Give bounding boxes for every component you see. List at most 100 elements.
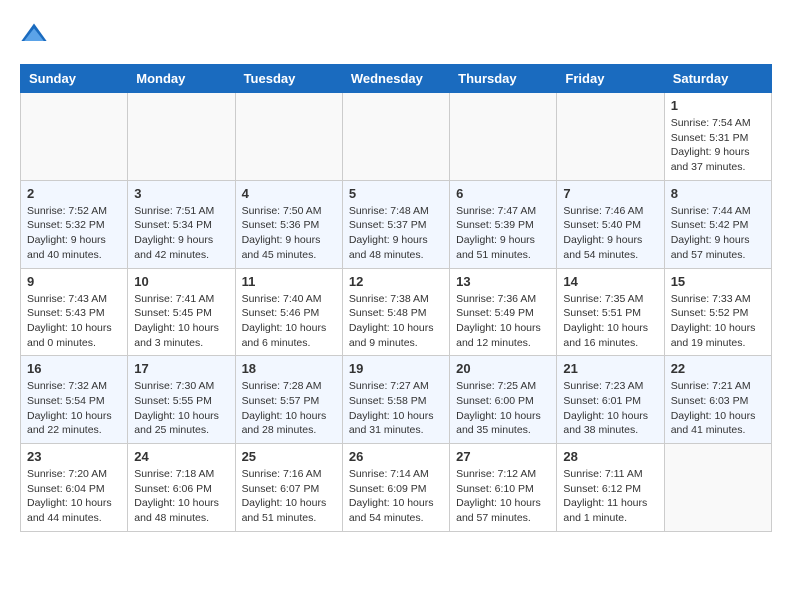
calendar-day-cell [128,93,235,181]
day-info: Sunrise: 7:40 AM Sunset: 5:46 PM Dayligh… [242,292,336,351]
day-number: 19 [349,361,443,376]
weekday-header-monday: Monday [128,65,235,93]
day-info: Sunrise: 7:51 AM Sunset: 5:34 PM Dayligh… [134,204,228,263]
day-info: Sunrise: 7:35 AM Sunset: 5:51 PM Dayligh… [563,292,657,351]
calendar-day-cell [664,444,771,532]
day-info: Sunrise: 7:12 AM Sunset: 6:10 PM Dayligh… [456,467,550,526]
calendar-day-cell: 26 Sunrise: 7:14 AM Sunset: 6:09 PM Dayli… [342,444,449,532]
calendar-day-cell: 2 Sunrise: 7:52 AM Sunset: 5:32 PM Daylig… [21,180,128,268]
day-number: 6 [456,186,550,201]
calendar-week-row: 2 Sunrise: 7:52 AM Sunset: 5:32 PM Daylig… [21,180,772,268]
calendar-day-cell [557,93,664,181]
calendar-day-cell: 3 Sunrise: 7:51 AM Sunset: 5:34 PM Daylig… [128,180,235,268]
day-info: Sunrise: 7:46 AM Sunset: 5:40 PM Dayligh… [563,204,657,263]
day-number: 13 [456,274,550,289]
day-info: Sunrise: 7:30 AM Sunset: 5:55 PM Dayligh… [134,379,228,438]
calendar-day-cell: 25Sunrise: 7:16 AM Sunset: 6:07 PM Dayli… [235,444,342,532]
day-info: Sunrise: 7:28 AM Sunset: 5:57 PM Dayligh… [242,379,336,438]
calendar-day-cell: 18 Sunrise: 7:28 AM Sunset: 5:57 PM Dayli… [235,356,342,444]
day-number: 7 [563,186,657,201]
calendar-day-cell [342,93,449,181]
day-number: 9 [27,274,121,289]
calendar-day-cell [235,93,342,181]
calendar-day-cell: 16 Sunrise: 7:32 AM Sunset: 5:54 PM Dayli… [21,356,128,444]
day-info: Sunrise: 7:18 AM Sunset: 6:06 PM Dayligh… [134,467,228,526]
weekday-header-thursday: Thursday [450,65,557,93]
day-number: 14 [563,274,657,289]
day-number: 27 [456,449,550,464]
page-header [20,20,772,48]
weekday-header-friday: Friday [557,65,664,93]
calendar-week-row: 23 Sunrise: 7:20 AM Sunset: 6:04 PM Dayli… [21,444,772,532]
calendar-day-cell: 27 Sunrise: 7:12 AM Sunset: 6:10 PM Dayli… [450,444,557,532]
day-info: Sunrise: 7:48 AM Sunset: 5:37 PM Dayligh… [349,204,443,263]
calendar-day-cell: 20Sunrise: 7:25 AM Sunset: 6:00 PM Dayli… [450,356,557,444]
day-number: 8 [671,186,765,201]
calendar-day-cell: 6 Sunrise: 7:47 AM Sunset: 5:39 PM Daylig… [450,180,557,268]
day-info: Sunrise: 7:25 AM Sunset: 6:00 PM Dayligh… [456,379,550,438]
day-info: Sunrise: 7:20 AM Sunset: 6:04 PM Dayligh… [27,467,121,526]
day-info: Sunrise: 7:14 AM Sunset: 6:09 PM Dayligh… [349,467,443,526]
day-info: Sunrise: 7:52 AM Sunset: 5:32 PM Dayligh… [27,204,121,263]
weekday-header-sunday: Sunday [21,65,128,93]
calendar-table: SundayMondayTuesdayWednesdayThursdayFrid… [20,64,772,532]
day-info: Sunrise: 7:41 AM Sunset: 5:45 PM Dayligh… [134,292,228,351]
calendar-day-cell: 7 Sunrise: 7:46 AM Sunset: 5:40 PM Daylig… [557,180,664,268]
calendar-day-cell: 28Sunrise: 7:11 AM Sunset: 6:12 PM Dayli… [557,444,664,532]
calendar-header-row: SundayMondayTuesdayWednesdayThursdayFrid… [21,65,772,93]
calendar-day-cell: 9 Sunrise: 7:43 AM Sunset: 5:43 PM Daylig… [21,268,128,356]
day-info: Sunrise: 7:32 AM Sunset: 5:54 PM Dayligh… [27,379,121,438]
day-number: 4 [242,186,336,201]
calendar-week-row: 9 Sunrise: 7:43 AM Sunset: 5:43 PM Daylig… [21,268,772,356]
day-number: 5 [349,186,443,201]
calendar-day-cell: 8 Sunrise: 7:44 AM Sunset: 5:42 PM Daylig… [664,180,771,268]
day-number: 3 [134,186,228,201]
day-number: 28 [563,449,657,464]
day-info: Sunrise: 7:21 AM Sunset: 6:03 PM Dayligh… [671,379,765,438]
calendar-day-cell [21,93,128,181]
day-info: Sunrise: 7:36 AM Sunset: 5:49 PM Dayligh… [456,292,550,351]
calendar-day-cell: 12 Sunrise: 7:38 AM Sunset: 5:48 PM Dayli… [342,268,449,356]
calendar-day-cell: 13 Sunrise: 7:36 AM Sunset: 5:49 PM Dayli… [450,268,557,356]
logo [20,20,52,48]
day-number: 10 [134,274,228,289]
day-number: 2 [27,186,121,201]
day-info: Sunrise: 7:43 AM Sunset: 5:43 PM Dayligh… [27,292,121,351]
day-info: Sunrise: 7:27 AM Sunset: 5:58 PM Dayligh… [349,379,443,438]
calendar-week-row: 1Sunrise: 7:54 AM Sunset: 5:31 PM Daylig… [21,93,772,181]
day-number: 1 [671,98,765,113]
day-info: Sunrise: 7:33 AM Sunset: 5:52 PM Dayligh… [671,292,765,351]
day-number: 17 [134,361,228,376]
logo-icon [20,20,48,48]
calendar-day-cell: 11 Sunrise: 7:40 AM Sunset: 5:46 PM Dayli… [235,268,342,356]
day-info: Sunrise: 7:50 AM Sunset: 5:36 PM Dayligh… [242,204,336,263]
calendar-day-cell: 23 Sunrise: 7:20 AM Sunset: 6:04 PM Dayli… [21,444,128,532]
calendar-day-cell: 22 Sunrise: 7:21 AM Sunset: 6:03 PM Dayli… [664,356,771,444]
weekday-header-wednesday: Wednesday [342,65,449,93]
calendar-day-cell: 24 Sunrise: 7:18 AM Sunset: 6:06 PM Dayli… [128,444,235,532]
calendar-day-cell: 15 Sunrise: 7:33 AM Sunset: 5:52 PM Dayli… [664,268,771,356]
day-info: Sunrise: 7:44 AM Sunset: 5:42 PM Dayligh… [671,204,765,263]
calendar-day-cell: 14 Sunrise: 7:35 AM Sunset: 5:51 PM Dayli… [557,268,664,356]
calendar-day-cell: 1Sunrise: 7:54 AM Sunset: 5:31 PM Daylig… [664,93,771,181]
calendar-day-cell: 17 Sunrise: 7:30 AM Sunset: 5:55 PM Dayli… [128,356,235,444]
day-number: 25 [242,449,336,464]
day-info: Sunrise: 7:47 AM Sunset: 5:39 PM Dayligh… [456,204,550,263]
day-number: 24 [134,449,228,464]
calendar-day-cell: 10 Sunrise: 7:41 AM Sunset: 5:45 PM Dayli… [128,268,235,356]
day-number: 23 [27,449,121,464]
calendar-day-cell: 19 Sunrise: 7:27 AM Sunset: 5:58 PM Dayli… [342,356,449,444]
weekday-header-saturday: Saturday [664,65,771,93]
calendar-week-row: 16 Sunrise: 7:32 AM Sunset: 5:54 PM Dayli… [21,356,772,444]
day-number: 15 [671,274,765,289]
day-number: 26 [349,449,443,464]
day-number: 22 [671,361,765,376]
day-info: Sunrise: 7:23 AM Sunset: 6:01 PM Dayligh… [563,379,657,438]
calendar-day-cell: 21Sunrise: 7:23 AM Sunset: 6:01 PM Dayli… [557,356,664,444]
day-number: 12 [349,274,443,289]
day-number: 16 [27,361,121,376]
calendar-day-cell: 4 Sunrise: 7:50 AM Sunset: 5:36 PM Daylig… [235,180,342,268]
day-number: 11 [242,274,336,289]
day-number: 18 [242,361,336,376]
day-info: Sunrise: 7:38 AM Sunset: 5:48 PM Dayligh… [349,292,443,351]
